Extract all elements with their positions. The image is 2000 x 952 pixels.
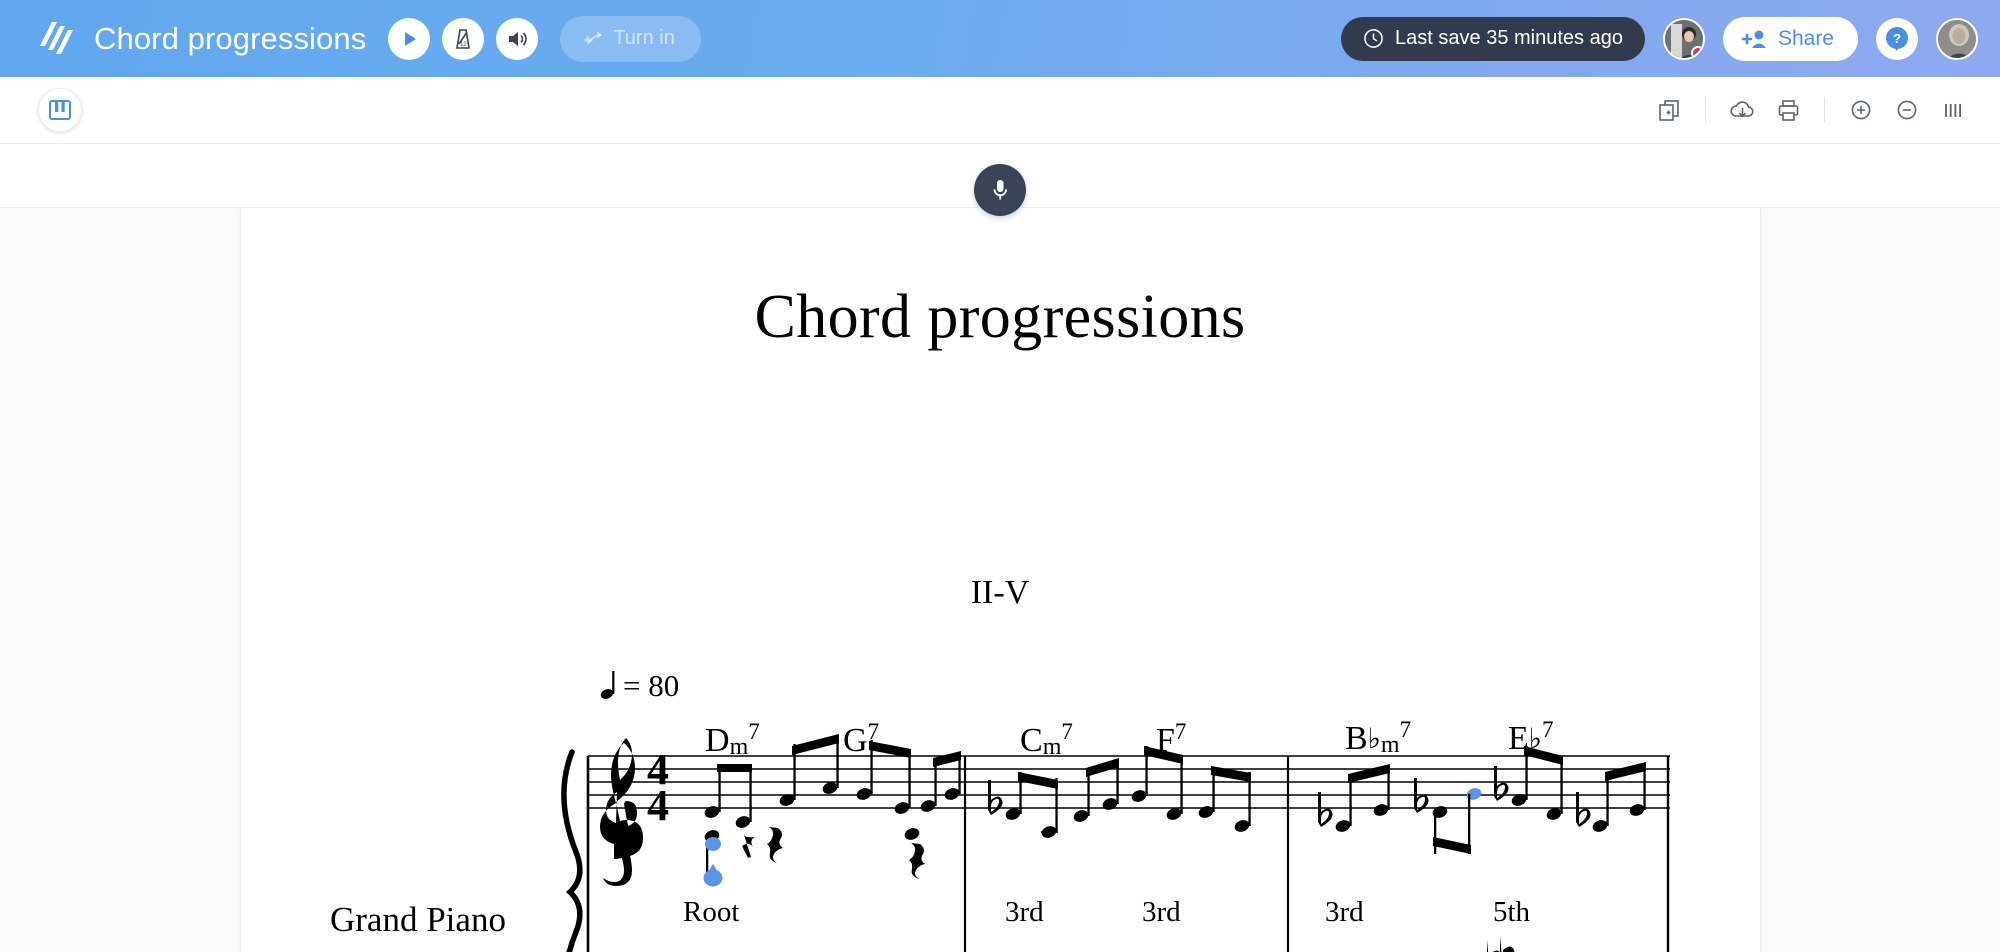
eighth-rest xyxy=(742,835,755,858)
download-icon[interactable] xyxy=(1719,87,1765,133)
chord-extension: 7 xyxy=(1061,719,1073,744)
system-brace xyxy=(561,749,583,952)
chord-root: D xyxy=(705,722,730,759)
chord-extension: 7 xyxy=(1399,717,1412,742)
document-title[interactable]: Chord progressions xyxy=(94,21,366,57)
lyric-syllable[interactable]: Root xyxy=(683,896,739,929)
save-status-text: Last save 35 minutes ago xyxy=(1395,27,1623,49)
add-person-icon xyxy=(1741,30,1766,48)
save-status-badge: Last save 35 minutes ago xyxy=(1341,16,1645,61)
play-icon xyxy=(405,31,417,46)
presence-dot xyxy=(1690,45,1703,58)
turn-in-label: Turn in xyxy=(613,27,675,49)
metronome-icon: 12 xyxy=(456,28,471,49)
note-selected xyxy=(703,830,723,887)
microphone-icon xyxy=(993,180,1007,200)
time-signature-treble: 4 4 xyxy=(647,745,669,830)
svg-text:?: ? xyxy=(1893,31,1901,46)
play-button[interactable] xyxy=(388,17,431,60)
chord-root: E xyxy=(1508,720,1529,757)
question-mark-icon: ? xyxy=(1886,26,1908,51)
piano-keyboard-button[interactable] xyxy=(38,88,82,132)
add-part-icon[interactable] xyxy=(1646,87,1692,133)
music-staves[interactable]: 4 4 4 4 xyxy=(0,144,2000,952)
flat-accidental xyxy=(988,780,1003,815)
chord-extension: 7 xyxy=(867,719,880,744)
chord-symbol[interactable]: Dm7 xyxy=(705,719,760,760)
clock-icon xyxy=(1364,29,1383,48)
quarter-rest xyxy=(767,827,783,863)
chord-accidental: ♭ xyxy=(1367,724,1381,755)
chord-accidental: ♭ xyxy=(1528,724,1542,755)
lyric-syllable[interactable]: 3rd xyxy=(1005,896,1044,929)
playback-note xyxy=(1466,788,1482,800)
share-label: Share xyxy=(1777,26,1834,50)
turn-in-button[interactable]: Turn in xyxy=(560,15,701,62)
bass-accidentals xyxy=(1487,936,1515,952)
piano-keyboard-icon xyxy=(49,100,71,120)
chord-symbol[interactable]: B♭m7 xyxy=(1345,717,1412,758)
chord-root: B xyxy=(1345,720,1368,757)
zoom-in-icon[interactable] xyxy=(1838,87,1884,133)
svg-text:12: 12 xyxy=(460,42,467,48)
chord-symbol[interactable]: E♭7 xyxy=(1508,717,1554,758)
app-header: Chord progressions 12 Turn in Last save … xyxy=(0,0,2000,77)
chord-quality: m xyxy=(729,734,749,760)
chord-extension: 7 xyxy=(1542,717,1554,742)
turn-in-icon xyxy=(582,30,603,45)
measure-3-treble-notes xyxy=(1318,746,1646,854)
score-surface: Chord progressions II-V = 80 Grand Piano xyxy=(0,144,2000,952)
lyric-syllable[interactable]: 3rd xyxy=(1142,896,1181,929)
chord-quality: m xyxy=(1042,734,1062,760)
flat-accidental xyxy=(1318,792,1333,827)
lyric-syllable[interactable]: 3rd xyxy=(1325,896,1364,929)
svg-text:4: 4 xyxy=(647,781,669,830)
chord-root: F xyxy=(1156,722,1175,759)
toolbar-actions xyxy=(1646,87,1976,133)
header-right-group: Last save 35 minutes ago Share ? xyxy=(1341,16,1978,61)
metronome-button[interactable]: 12 xyxy=(442,17,485,60)
toolbar-divider xyxy=(1705,97,1706,123)
chord-symbol[interactable]: G7 xyxy=(843,719,880,760)
zoom-out-icon[interactable] xyxy=(1884,87,1930,133)
toolbar-divider xyxy=(1824,97,1825,123)
chord-symbol[interactable]: F7 xyxy=(1156,719,1187,760)
chord-extension: 7 xyxy=(748,719,760,744)
print-icon[interactable] xyxy=(1765,87,1811,133)
score-toolbar xyxy=(0,77,2000,144)
volume-icon xyxy=(509,31,528,46)
chord-root: G xyxy=(843,722,868,759)
quarter-rest xyxy=(909,843,925,879)
measure-2-treble-notes xyxy=(988,746,1251,838)
chord-root: C xyxy=(1020,722,1043,759)
collaborator-avatar[interactable] xyxy=(1662,17,1705,60)
share-button[interactable]: Share xyxy=(1722,16,1858,61)
microphone-button[interactable] xyxy=(974,164,1026,216)
volume-button[interactable] xyxy=(496,17,539,60)
flat-accidental xyxy=(1576,792,1591,827)
user-avatar[interactable] xyxy=(1936,17,1978,60)
flat-logo-icon[interactable] xyxy=(30,16,76,62)
layout-pages-icon[interactable] xyxy=(1930,87,1976,133)
chord-extension: 7 xyxy=(1174,719,1187,744)
treble-clef xyxy=(600,738,643,886)
chord-quality: m xyxy=(1380,732,1400,758)
chord-symbol[interactable]: Cm7 xyxy=(1020,719,1073,760)
lyric-syllable[interactable]: 5th xyxy=(1493,896,1530,929)
help-button[interactable]: ? xyxy=(1876,17,1918,60)
